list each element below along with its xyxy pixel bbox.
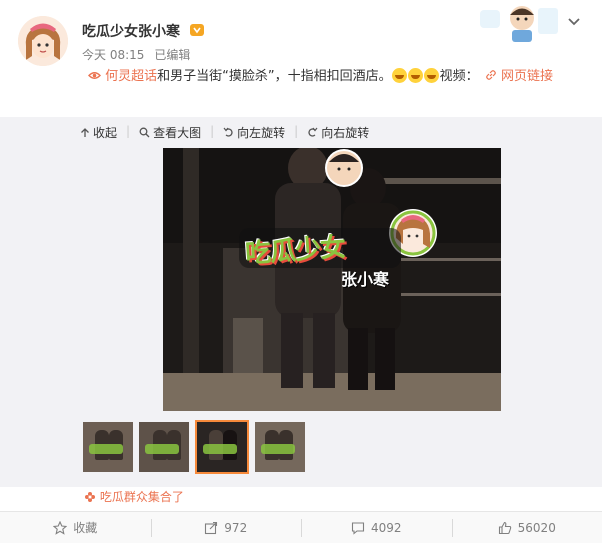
group-text: 吃瓜群众集合了 (99, 490, 184, 504)
media-toolbar: 收起 | 查看大图 | 向左旋转 | 向右旋转 (80, 124, 369, 141)
rotate-left-icon (223, 127, 233, 137)
view-large-label: 查看大图 (153, 126, 202, 140)
comment-count: 4092 (370, 520, 402, 535)
post-time[interactable]: 今天 08:15 (82, 48, 144, 62)
view-large-button[interactable]: 查看大图 (139, 124, 201, 141)
post-text-main: 和男子当街“摸脸杀”，十指相扣回酒店。 (157, 69, 392, 84)
comment-icon (351, 521, 365, 535)
topic-link[interactable]: 何灵超话 (105, 69, 157, 84)
collapse-button[interactable]: 收起 (80, 124, 117, 141)
thumbnail-2[interactable] (139, 422, 189, 472)
thumbnail-3-selected[interactable] (195, 420, 249, 474)
action-bar: 收藏 972 4092 56020 (0, 511, 602, 543)
thumb-watermark (261, 444, 295, 454)
author-name[interactable]: 吃瓜少女张小寒 (82, 21, 180, 41)
toolbar-divider: | (126, 124, 131, 138)
cartoon-sticker-icon (480, 6, 558, 42)
thumb-watermark (89, 444, 123, 454)
favorite-button[interactable]: 收藏 (0, 512, 151, 543)
collapse-label: 收起 (93, 126, 118, 140)
post-text-video: 视频： (439, 69, 479, 84)
rotate-left-label: 向左旋转 (237, 126, 286, 140)
group-link[interactable]: 吃瓜群众集合了 (84, 488, 184, 505)
laugh-emoji-icon (423, 68, 439, 83)
main-photo[interactable]: 吃瓜少女 张小寒 (163, 148, 501, 411)
rotate-right-button[interactable]: 向右旋转 (307, 124, 369, 141)
card-sticker (478, 2, 560, 42)
repost-button[interactable]: 972 (150, 512, 302, 543)
post-content: 何灵超话和男子当街“摸脸杀”，十指相扣回酒店。 视频： 网页链接 (82, 65, 582, 89)
thumbnail-strip (83, 420, 305, 474)
avatar-illustration (18, 16, 68, 66)
web-link[interactable]: 网页链接 (501, 69, 553, 84)
media-panel: 收起 | 查看大图 | 向左旋转 | 向右旋转 吃瓜少女 张小寒 吃瓜群众集合了 (0, 117, 602, 504)
link-icon (485, 70, 496, 80)
comment-button[interactable]: 4092 (301, 512, 452, 543)
rotate-right-label: 向右旋转 (321, 126, 370, 140)
thumbnail-1[interactable] (83, 422, 133, 472)
super-topic-icon (88, 72, 101, 79)
watermark-title: 吃瓜少女 (244, 232, 347, 270)
vip-badge-icon[interactable] (189, 23, 205, 37)
like-count: 56020 (517, 520, 556, 535)
thumb-watermark (203, 444, 237, 454)
rotate-left-button[interactable]: 向左旋转 (223, 124, 285, 141)
thumbnail-4[interactable] (255, 422, 305, 472)
post-meta: 今天 08:15 已编辑 (82, 46, 190, 63)
arrow-up-icon (81, 127, 89, 137)
night-street-photo (163, 148, 501, 411)
thumb-watermark (145, 444, 179, 454)
toolbar-divider: | (210, 124, 215, 138)
flower-icon (85, 492, 95, 502)
rotate-right-icon (308, 127, 318, 137)
star-icon (53, 520, 68, 535)
laugh-emoji-icon (407, 68, 423, 83)
edited-label[interactable]: 已编辑 (154, 48, 190, 62)
repost-icon (205, 521, 218, 534)
thumbs-up-icon (498, 521, 511, 534)
toolbar-divider: | (294, 124, 299, 138)
like-button[interactable]: 56020 (451, 512, 602, 543)
chevron-down-icon[interactable] (566, 14, 582, 30)
favorite-label: 收藏 (73, 521, 98, 535)
magnifier-icon (139, 127, 150, 138)
laugh-emoji-icon (391, 68, 407, 83)
repost-count: 972 (224, 520, 248, 535)
author-avatar[interactable] (18, 16, 68, 66)
watermark-subtitle: 张小寒 (341, 270, 390, 289)
